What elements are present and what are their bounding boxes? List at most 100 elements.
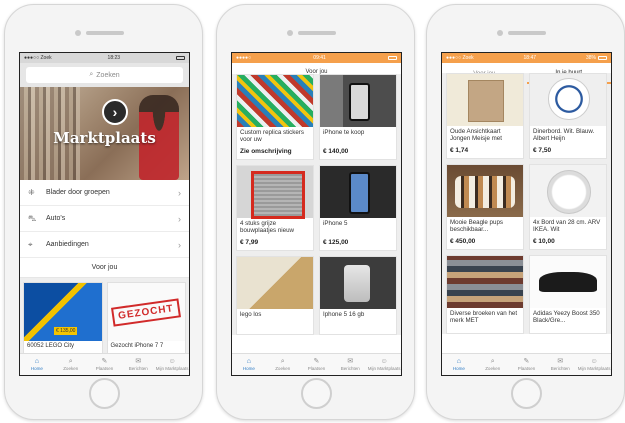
chevron-right-icon: › <box>178 187 181 198</box>
listing-price: € 1,74 <box>450 147 469 154</box>
status-right <box>388 56 397 60</box>
tab-plaatsen[interactable]: ✎ Plaatsen <box>510 354 544 375</box>
listing-image <box>447 256 523 308</box>
listing-image <box>237 75 313 127</box>
tab-label: Plaatsen <box>517 366 536 371</box>
camera <box>287 30 293 36</box>
listing-grid: Custom replica stickers voor uw Zie omsch… <box>232 74 401 335</box>
listing-title: Gezocht iPhone 7 7 <box>110 343 164 349</box>
tab-label: Zoeken <box>63 366 79 371</box>
listing-card[interactable]: Diverse broeken van het merk MET <box>446 255 524 334</box>
listing-tile[interactable]: € 135,00 60052 LEGO City <box>23 282 103 354</box>
pin-icon: ✎ <box>313 358 320 365</box>
chat-icon: ✉ <box>347 358 354 365</box>
listing-card[interactable]: Oude Ansichtkaart Jongen Meisje met € 1,7… <box>446 73 524 159</box>
battery-percent: 38% <box>585 55 596 61</box>
tab-label: Home <box>452 366 465 371</box>
speaker <box>508 31 546 35</box>
listing-image <box>530 165 606 217</box>
grid-icon: ⁜ <box>28 188 35 197</box>
listing-card[interactable]: iPhone te koop € 140,00 <box>319 74 397 160</box>
tab-mijn-marktplaats[interactable]: ☺ Mijn Marktplaats <box>155 354 189 375</box>
chat-icon: ✉ <box>135 358 142 365</box>
listing-card[interactable]: Dinerbord. Wit. Blauw. Albert Heijn € 7,5… <box>529 73 607 159</box>
menu-item-label: Aanbiedingen <box>46 241 89 248</box>
listing-price: € 125,00 <box>323 239 349 246</box>
home-icon: ⌂ <box>246 358 252 365</box>
battery-icon <box>176 56 185 60</box>
battery-icon <box>597 56 607 60</box>
home-button[interactable] <box>301 378 332 409</box>
gezocht-stamp: GEZOCHT <box>111 297 182 327</box>
speaker <box>298 31 336 35</box>
listing-image <box>530 74 606 126</box>
listing-tile[interactable]: GEZOCHT Gezocht iPhone 7 7 <box>106 282 186 354</box>
listing-price <box>320 329 396 334</box>
tab-label: Home <box>242 366 255 371</box>
listing-title: 4 stuks grijze bouwplaatjes nieuw <box>240 220 295 234</box>
tab-label: Zoeken <box>485 366 501 371</box>
status-bar: ●●●○○ Zoek 18:23 <box>20 53 189 63</box>
listing-price: € 450,00 <box>450 238 476 245</box>
listing-title: Dinerbord. Wit. Blauw. Albert Heijn <box>533 128 595 142</box>
tab-home[interactable]: ⌂ Home <box>232 354 266 375</box>
camera <box>497 30 503 36</box>
listing-title: iPhone 5 <box>323 220 348 227</box>
home-button[interactable] <box>511 378 542 409</box>
listing-price: Zie omschrijving <box>240 148 292 155</box>
tab-label: Berichten <box>128 366 148 371</box>
listing-card[interactable]: Mooie Beagle pups beschikbaar... € 450,00 <box>446 164 524 250</box>
tab-label: Berichten <box>550 366 570 371</box>
speaker <box>86 31 124 35</box>
listing-title: 4x Bord van 28 cm. ARV IKEA. Wit <box>533 219 601 233</box>
search-icon: ⌕ <box>490 358 495 365</box>
tab-label: Mijn Marktplaats <box>367 366 401 371</box>
tab-mijn-marktplaats[interactable]: ☺ Mijn Marktplaats <box>367 354 401 375</box>
tab-home[interactable]: ⌂ Home <box>442 354 476 375</box>
user-icon: ☺ <box>590 358 598 365</box>
listing-image: GEZOCHT <box>107 283 185 341</box>
hero-banner: › Marktplaats <box>20 87 189 180</box>
listing-title: Diverse broeken van het merk MET <box>450 310 518 324</box>
menu-item-groepen[interactable]: ⁜ Blader door groepen › <box>20 180 189 206</box>
tab-berichten[interactable]: ✉ Berichten <box>543 354 577 375</box>
tab-plaatsen[interactable]: ✎ Plaatsen <box>88 354 122 375</box>
tab-berichten[interactable]: ✉ Berichten <box>333 354 367 375</box>
tab-plaatsen[interactable]: ✎ Plaatsen <box>300 354 334 375</box>
listing-price: € 7,50 <box>533 147 552 154</box>
carrier: ●●●○○ Zoek <box>446 55 474 61</box>
status-right <box>176 56 185 60</box>
listing-card[interactable]: Iphone 5 16 gb <box>319 256 397 335</box>
chat-icon: ✉ <box>557 358 564 365</box>
listing-grid: Oude Ansichtkaart Jongen Meisje met € 1,7… <box>442 73 611 334</box>
home-icon: ⌂ <box>34 358 40 365</box>
clock: 09:41 <box>313 55 326 61</box>
phone-home: ●●●○○ Zoek 18:23 ⌕ Zoeken › Marktplaats … <box>4 4 203 420</box>
listing-card[interactable]: 4 stuks grijze bouwplaatjes nieuw € 7,99 <box>236 165 314 251</box>
tab-berichten[interactable]: ✉ Berichten <box>121 354 155 375</box>
listing-title: iPhone te koop <box>323 129 365 136</box>
battery-icon <box>388 56 397 60</box>
tab-zoeken[interactable]: ⌕ Zoeken <box>476 354 510 375</box>
price-badge: € 135,00 <box>54 327 78 335</box>
tab-bar: ⌂ Home ⌕ Zoeken ✎ Plaatsen ✉ Berichten ☺ Mijn… <box>442 353 611 375</box>
search-input[interactable]: ⌕ Zoeken <box>26 67 183 83</box>
listing-image <box>237 166 313 219</box>
tab-zoeken[interactable]: ⌕ Zoeken <box>266 354 300 375</box>
tab-zoeken[interactable]: ⌕ Zoeken <box>54 354 88 375</box>
brand-name: Marktplaats <box>53 129 156 147</box>
listing-card[interactable]: Adidas Yeezy Boost 350 Black/Gre... <box>529 255 607 334</box>
listing-card[interactable]: iPhone 5 € 125,00 <box>319 165 397 251</box>
menu-item-autos[interactable]: ⛍ Auto's › <box>20 206 189 232</box>
listing-card[interactable]: Custom replica stickers voor uw Zie omsch… <box>236 74 314 160</box>
clock: 18:47 <box>523 55 537 61</box>
tab-mijn-marktplaats[interactable]: ☺ Mijn Marktplaats <box>577 354 611 375</box>
tag-icon: ⌖ <box>28 239 33 249</box>
listing-card[interactable]: 4x Bord van 28 cm. ARV IKEA. Wit € 10,00 <box>529 164 607 250</box>
menu-item-aanbiedingen[interactable]: ⌖ Aanbiedingen › <box>20 232 189 258</box>
tab-home[interactable]: ⌂ Home <box>20 354 54 375</box>
home-button[interactable] <box>89 378 120 409</box>
user-icon: ☺ <box>380 358 388 365</box>
listing-card[interactable]: lego los <box>236 256 314 335</box>
listing-title: Custom replica stickers voor uw <box>240 129 304 143</box>
